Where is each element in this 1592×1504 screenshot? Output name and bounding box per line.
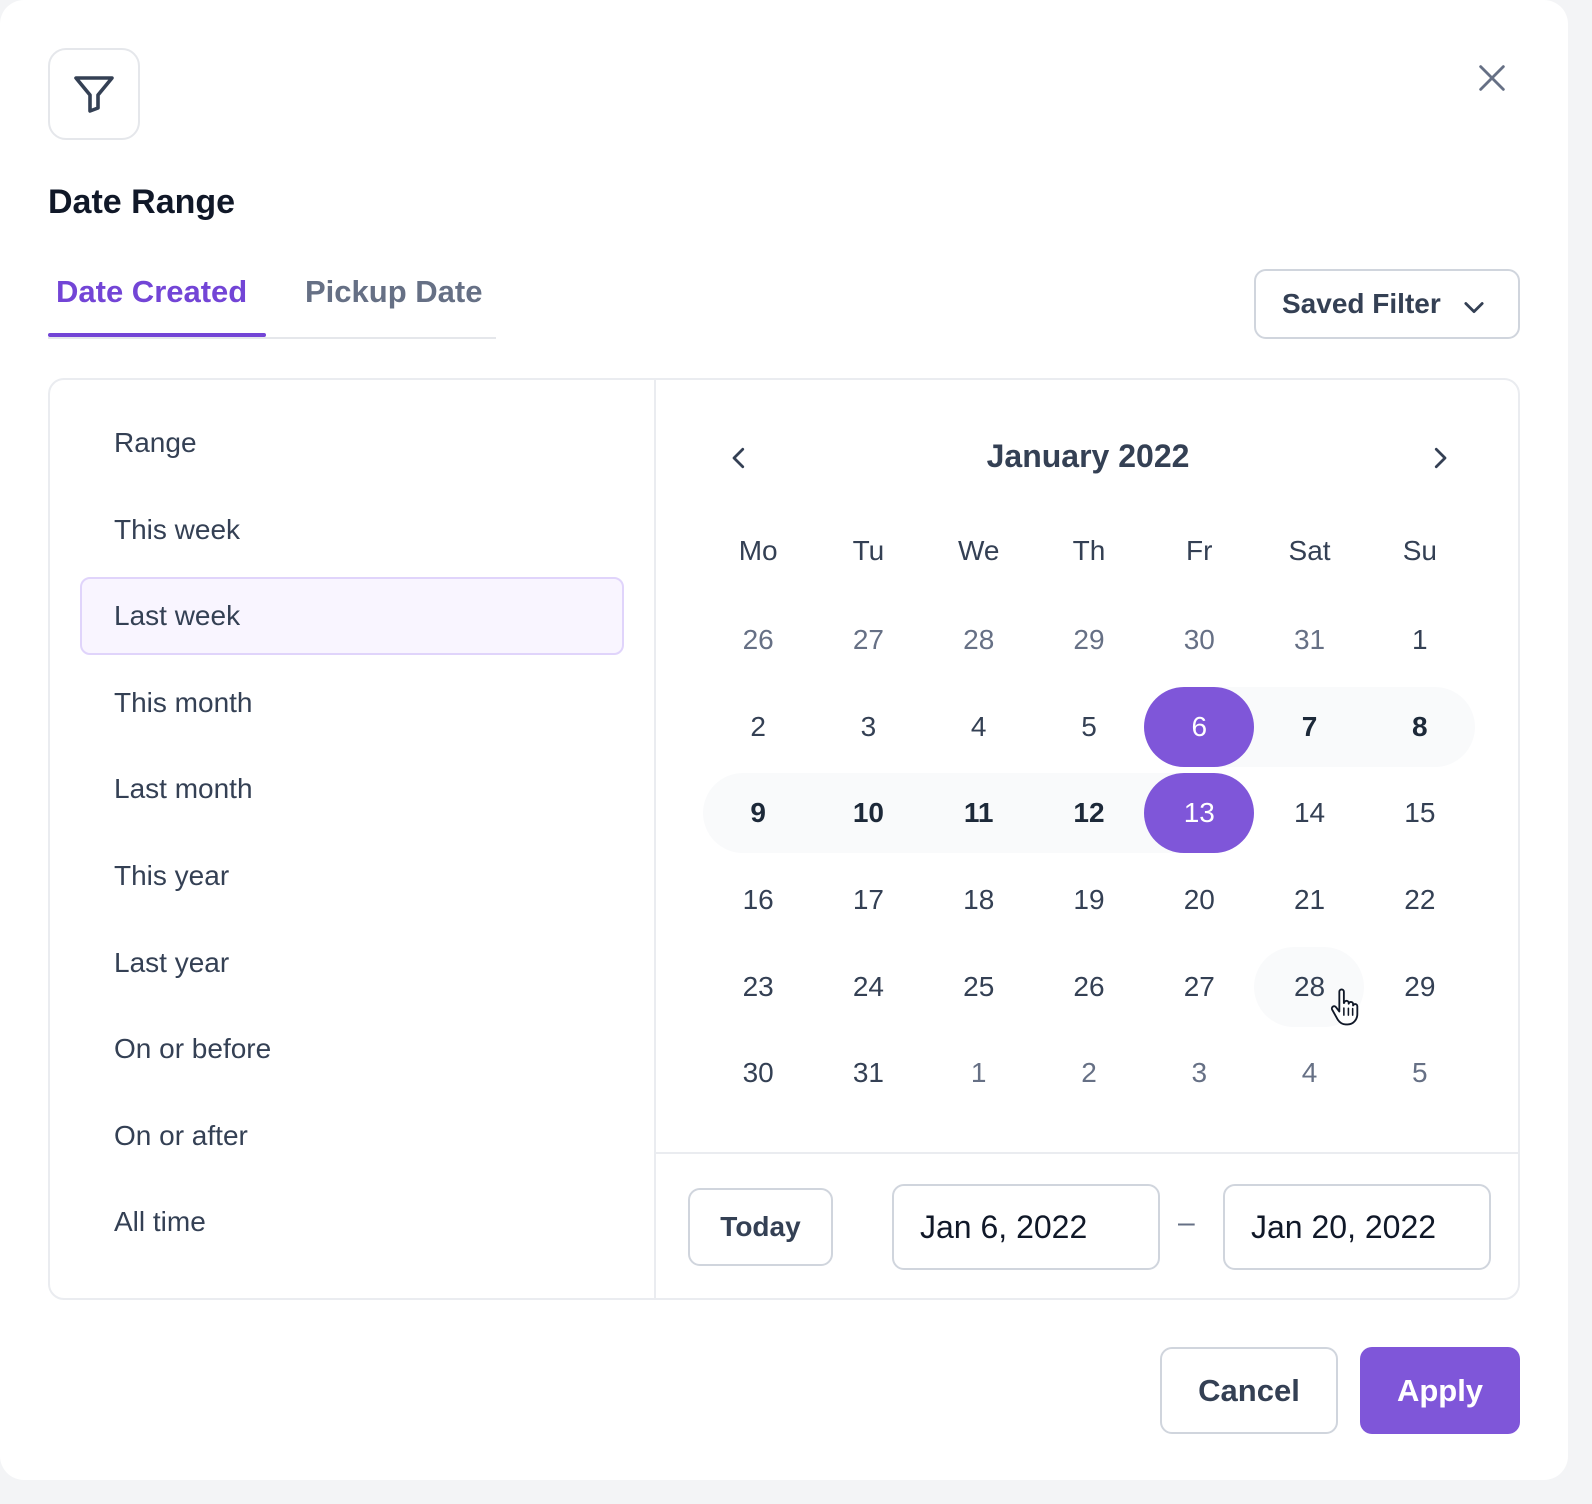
- date-picker-panel: Range This week Last week This month Las…: [48, 378, 1520, 1300]
- calendar-day[interactable]: 28: [924, 600, 1034, 680]
- calendar-day[interactable]: 16: [703, 860, 813, 940]
- calendar-week-row: 9 10 11 12 13 14 15: [703, 773, 1475, 860]
- hand-pointer-cursor-icon: [1330, 988, 1359, 1026]
- weekday-header: Mo Tu We Th Fr Sat Su: [703, 535, 1475, 567]
- apply-button[interactable]: Apply: [1360, 1347, 1520, 1434]
- calendar-week-row: 16 17 18 19 20 21 22: [703, 860, 1475, 947]
- weekday-label: We: [957, 535, 1000, 566]
- preset-this-month[interactable]: This month: [80, 664, 624, 742]
- calendar-day[interactable]: 30: [1144, 600, 1254, 680]
- calendar-day-selected[interactable]: 6: [1144, 686, 1255, 767]
- weekday-label: Fr: [1186, 535, 1213, 566]
- calendar-day[interactable]: 30: [703, 1033, 813, 1113]
- calendar-day[interactable]: 18: [924, 860, 1034, 940]
- calendar-day[interactable]: 12: [1034, 773, 1144, 853]
- calendar-day[interactable]: 29: [1034, 600, 1144, 680]
- calendar-day[interactable]: 20: [1144, 860, 1254, 940]
- calendar-day[interactable]: 5: [1034, 687, 1144, 767]
- today-button[interactable]: Today: [688, 1188, 833, 1266]
- date-range-modal: Date Range Date Created Pickup Date Save…: [0, 0, 1568, 1480]
- calendar-day[interactable]: 4: [1254, 1033, 1364, 1113]
- cancel-button[interactable]: Cancel: [1160, 1347, 1338, 1434]
- calendar-footer-divider: [656, 1152, 1520, 1154]
- start-date-input[interactable]: [892, 1184, 1160, 1270]
- calendar-day[interactable]: 1: [924, 1033, 1034, 1113]
- calendar-week-row: 2345678: [703, 686, 1476, 774]
- calendar-day[interactable]: 5: [1365, 1033, 1475, 1113]
- preset-list: Range This week Last week This month Las…: [80, 404, 624, 1270]
- preset-this-year[interactable]: This year: [80, 837, 624, 915]
- calendar-day[interactable]: 10: [813, 773, 923, 853]
- weekday-label: Sat: [1288, 535, 1331, 566]
- calendar-month-label: January 2022: [986, 438, 1190, 474]
- preset-all-time[interactable]: All time: [80, 1183, 624, 1261]
- calendar-day[interactable]: 9: [703, 773, 813, 853]
- tab-date-created[interactable]: Date Created: [56, 272, 247, 312]
- preset-last-year[interactable]: Last year: [80, 924, 624, 1002]
- weekday-label: Tu: [852, 535, 885, 566]
- calendar-day[interactable]: 24: [813, 947, 923, 1027]
- close-button[interactable]: [1464, 50, 1520, 106]
- preset-range[interactable]: Range: [80, 404, 624, 482]
- calendar-week-row: 26 27 28 29 30 31 1: [703, 600, 1475, 687]
- calendar-day[interactable]: 31: [813, 1033, 923, 1113]
- calendar-day[interactable]: 21: [1254, 860, 1364, 940]
- filter-funnel-icon: [74, 76, 114, 113]
- calendar-day[interactable]: 26: [1034, 947, 1144, 1027]
- calendar-day[interactable]: 3: [1144, 1033, 1254, 1113]
- calendar-day[interactable]: 1: [1365, 600, 1475, 680]
- calendar-day[interactable]: 31: [1254, 600, 1364, 680]
- end-date-input[interactable]: [1223, 1184, 1491, 1270]
- calendar: January 2022 Mo Tu We Th Fr Sat Su 26 27 2…: [656, 380, 1520, 1152]
- calendar-day[interactable]: 15: [1365, 773, 1475, 853]
- calendar-day[interactable]: 22: [1365, 860, 1475, 940]
- tab-bar: Date Created Pickup Date: [48, 266, 496, 339]
- calendar-day[interactable]: 11: [924, 773, 1034, 853]
- close-x-icon: [1479, 65, 1505, 91]
- calendar-day[interactable]: 25: [924, 947, 1034, 1027]
- calendar-day[interactable]: 8: [1365, 687, 1475, 767]
- calendar-day[interactable]: 7: [1254, 687, 1364, 767]
- calendar-day[interactable]: 14: [1254, 773, 1364, 853]
- chevron-right-icon: [1434, 447, 1447, 469]
- calendar-day[interactable]: 17: [813, 860, 923, 940]
- calendar-day[interactable]: 2: [1034, 1033, 1144, 1113]
- calendar-day[interactable]: 26: [703, 600, 813, 680]
- preset-last-week[interactable]: Last week: [80, 577, 624, 656]
- chevron-down-icon: [1464, 302, 1484, 314]
- calendar-day[interactable]: 19: [1034, 860, 1144, 940]
- active-tab-indicator: [48, 333, 266, 337]
- weekday-label: Th: [1072, 535, 1106, 566]
- preset-on-or-after[interactable]: On or after: [80, 1097, 624, 1175]
- calendar-day[interactable]: 27: [1144, 947, 1254, 1027]
- weekday-label: Su: [1402, 535, 1437, 566]
- page-title: Date Range: [48, 183, 236, 221]
- weekday-label: Mo: [738, 535, 778, 566]
- preset-last-month[interactable]: Last month: [80, 750, 624, 828]
- calendar-day-selected[interactable]: 13: [1144, 773, 1255, 854]
- calendar-day[interactable]: 2: [703, 687, 813, 767]
- calendar-day[interactable]: 29: [1365, 947, 1475, 1027]
- calendar-day[interactable]: 3: [813, 687, 923, 767]
- saved-filter-dropdown[interactable]: Saved Filter: [1254, 269, 1520, 339]
- saved-filter-label: Saved Filter: [1282, 288, 1441, 319]
- filter-icon-badge: [48, 48, 140, 140]
- calendar-week-row: 30 31 1 2 3 4 5: [703, 1033, 1475, 1120]
- next-month-button[interactable]: [1414, 432, 1466, 484]
- preset-on-or-before[interactable]: On or before: [80, 1010, 624, 1088]
- tab-pickup-date[interactable]: Pickup Date: [305, 272, 482, 312]
- preset-this-week[interactable]: This week: [80, 491, 624, 569]
- calendar-day[interactable]: 4: [924, 687, 1034, 767]
- calendar-day[interactable]: 27: [813, 600, 923, 680]
- calendar-day[interactable]: 23: [703, 947, 813, 1027]
- date-range-separator: –: [1178, 1206, 1195, 1239]
- calendar-days-grid: 26 27 28 29 30 31 1 2 3 4 5 6 7 8 9 10 11 12 13 14 15 16 17 18 1…: [703, 600, 1476, 1120]
